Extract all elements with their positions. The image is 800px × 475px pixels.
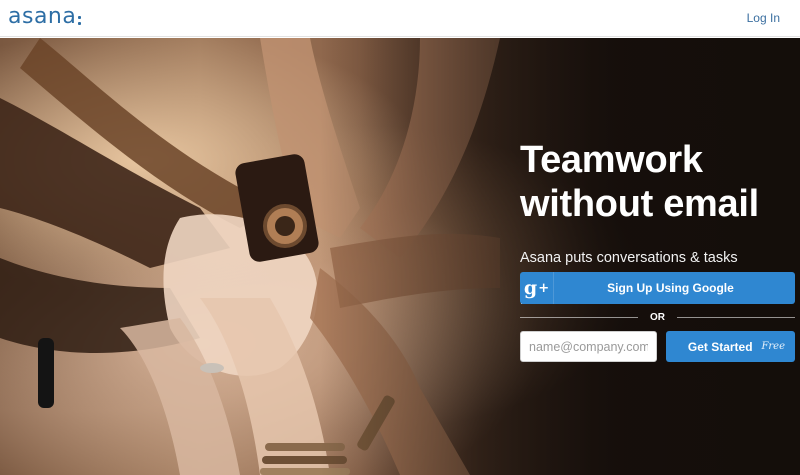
divider-line-right bbox=[677, 316, 795, 318]
top-bar: asana Log In bbox=[0, 0, 800, 37]
or-text: OR bbox=[650, 311, 665, 323]
free-badge: Free bbox=[761, 341, 785, 352]
get-started-label: Get Started bbox=[687, 339, 753, 354]
logo-dots-icon bbox=[78, 16, 82, 25]
headline-line-2: without email bbox=[520, 183, 759, 225]
or-divider: OR bbox=[520, 310, 795, 324]
divider-line-left bbox=[520, 316, 638, 318]
hero-section: Teamwork without email Asana puts conver… bbox=[0, 38, 800, 475]
get-started-button[interactable]: Get Started Free bbox=[666, 331, 795, 362]
google-signup-label: Sign Up Using Google bbox=[607, 281, 734, 295]
headline-line-1: Teamwork bbox=[520, 139, 703, 181]
login-link[interactable]: Log In bbox=[747, 11, 780, 25]
asana-logo[interactable]: asana bbox=[8, 4, 82, 30]
hero-headline: Teamwork without email bbox=[520, 138, 795, 226]
google-plus-icon: g + bbox=[520, 272, 554, 304]
email-input[interactable] bbox=[520, 331, 657, 362]
google-signup-button[interactable]: g + Sign Up Using Google bbox=[520, 272, 795, 304]
logo-text: asana bbox=[8, 4, 77, 29]
